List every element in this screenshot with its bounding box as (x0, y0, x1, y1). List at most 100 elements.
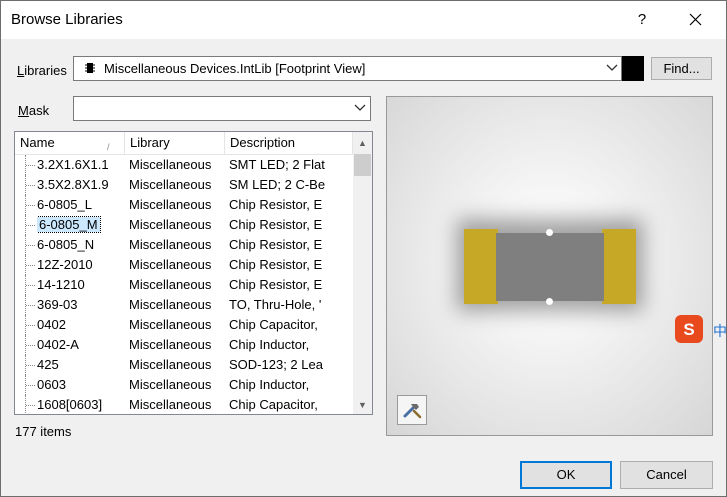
pin-marker (546, 229, 553, 236)
mask-input[interactable] (73, 96, 371, 121)
table-row[interactable]: 14-1210 Miscellaneous Chip Resistor, E (15, 275, 353, 295)
library-cell: Miscellaneous (129, 357, 212, 372)
table-row[interactable]: 6-0805_N Miscellaneous Chip Resistor, E (15, 235, 353, 255)
column-header-label: Name (20, 135, 55, 150)
name-cell: 12Z-2010 (37, 257, 93, 272)
description-cell: Chip Inductor, (229, 337, 310, 352)
item-count: 177 items (15, 424, 72, 439)
close-icon (689, 13, 701, 26)
description-cell: TO, Thru-Hole, ' (229, 297, 322, 312)
cancel-button[interactable]: Cancel (620, 461, 713, 489)
title-bar: Browse Libraries ? (1, 1, 726, 39)
tree-connector (23, 175, 37, 195)
vertical-scrollbar[interactable]: ▲ ▼ (353, 132, 372, 414)
library-cell: Miscellaneous (129, 177, 212, 192)
libraries-label: Libraries (17, 63, 67, 78)
table-row[interactable]: 3.2X1.6X1.1 Miscellaneous SMT LED; 2 Fla… (15, 155, 353, 175)
tree-connector (23, 155, 37, 175)
tree-connector (23, 375, 37, 395)
list-header: Name / Library Description (15, 132, 353, 155)
table-row[interactable]: 0603 Miscellaneous Chip Inductor, (15, 375, 353, 395)
description-cell: Chip Resistor, E (229, 257, 323, 272)
library-cell: Miscellaneous (129, 157, 212, 172)
table-row[interactable]: 12Z-2010 Miscellaneous Chip Resistor, E (15, 255, 353, 275)
library-cell: Miscellaneous (129, 317, 212, 332)
description-cell: Chip Capacitor, (229, 317, 318, 332)
table-row[interactable]: 0402-A Miscellaneous Chip Inductor, (15, 335, 353, 355)
library-cell: Miscellaneous (129, 217, 212, 232)
find-button[interactable]: Find... (651, 57, 712, 80)
column-header-library[interactable]: Library (125, 132, 225, 154)
name-cell: 14-1210 (37, 277, 85, 292)
tree-connector (23, 275, 37, 295)
browse-libraries-dialog: Browse Libraries ? Libraries Miscellaneo… (0, 0, 727, 497)
name-cell: 6-0805_N (37, 237, 95, 252)
name-cell: 369-03 (37, 297, 78, 312)
list-rows: 3.2X1.6X1.1 Miscellaneous SMT LED; 2 Fla… (15, 155, 353, 414)
name-cell: 425 (37, 357, 59, 372)
chevron-down-icon (606, 64, 618, 71)
tree-connector (23, 395, 37, 414)
pin-marker (546, 298, 553, 305)
pad-right (602, 229, 636, 304)
library-cell: Miscellaneous (129, 337, 212, 352)
table-row[interactable]: 3.5X2.8X1.9 Miscellaneous SM LED; 2 C-Be (15, 175, 353, 195)
library-cell: Miscellaneous (129, 397, 212, 412)
component-list[interactable]: Name / Library Description 3.2X1.6X1.1 M… (14, 131, 373, 415)
ime-mode-indicator[interactable]: 中 (713, 321, 727, 341)
tree-connector (23, 295, 37, 315)
footprint-preview[interactable] (386, 96, 713, 436)
name-cell: 6-0805_L (37, 197, 92, 212)
tree-connector (23, 315, 37, 335)
name-cell: 6-0805_M (37, 216, 101, 233)
column-header-description[interactable]: Description (225, 132, 353, 154)
window-title: Browse Libraries (11, 11, 123, 28)
description-cell: Chip Resistor, E (229, 197, 323, 212)
tree-connector (23, 255, 37, 275)
help-button[interactable]: ? (631, 9, 653, 31)
library-cell: Miscellaneous (129, 277, 212, 292)
scroll-thumb[interactable] (354, 154, 371, 176)
chevron-down-icon (354, 104, 366, 111)
preview-settings-button[interactable] (397, 395, 427, 425)
description-cell: Chip Inductor, (229, 377, 310, 392)
libraries-dropdown[interactable]: Miscellaneous Devices.IntLib [Footprint … (73, 56, 622, 81)
chip-icon (85, 63, 95, 73)
scroll-down-icon[interactable]: ▼ (353, 396, 372, 414)
libraries-value: Miscellaneous Devices.IntLib [Footprint … (104, 61, 366, 76)
name-cell: 1608[0603] (37, 397, 103, 412)
ok-button[interactable]: OK (520, 461, 612, 489)
ime-logo-icon[interactable]: S (674, 314, 704, 344)
pad-left (464, 229, 498, 304)
description-cell: Chip Resistor, E (229, 237, 323, 252)
tree-connector (23, 335, 37, 355)
scroll-up-icon[interactable]: ▲ (353, 134, 372, 152)
column-header-name[interactable]: Name / (15, 132, 125, 154)
name-cell: 0402 (37, 317, 66, 332)
name-cell: 0603 (37, 377, 66, 392)
description-cell: SM LED; 2 C-Be (229, 177, 326, 192)
description-cell: SOD-123; 2 Lea (229, 357, 323, 372)
table-row-selected[interactable]: 6-0805_M Miscellaneous Chip Resistor, E (15, 215, 353, 235)
table-row[interactable]: 0402 Miscellaneous Chip Capacitor, (15, 315, 353, 335)
tree-connector (23, 195, 37, 215)
svg-text:S: S (683, 320, 694, 339)
table-row[interactable]: 369-03 Miscellaneous TO, Thru-Hole, ' (15, 295, 353, 315)
column-header-label: Library (130, 135, 170, 150)
table-row[interactable]: 425 Miscellaneous SOD-123; 2 Lea (15, 355, 353, 375)
name-cell: 0402-A (37, 337, 79, 352)
library-cell: Miscellaneous (129, 377, 212, 392)
library-cell: Miscellaneous (129, 257, 212, 272)
description-cell: Chip Capacitor, (229, 397, 318, 412)
description-cell: Chip Resistor, E (229, 217, 323, 232)
table-row[interactable]: 6-0805_L Miscellaneous Chip Resistor, E (15, 195, 353, 215)
component-body (496, 233, 604, 301)
library-cell: Miscellaneous (129, 297, 212, 312)
table-row[interactable]: 1608[0603] Miscellaneous Chip Capacitor, (15, 395, 353, 414)
wrench-hammer-icon (403, 404, 422, 419)
mask-label: Mask (18, 103, 50, 118)
description-cell: Chip Resistor, E (229, 277, 323, 292)
close-button[interactable] (681, 9, 709, 31)
tree-connector (23, 235, 37, 255)
name-cell: 3.5X2.8X1.9 (37, 177, 109, 192)
